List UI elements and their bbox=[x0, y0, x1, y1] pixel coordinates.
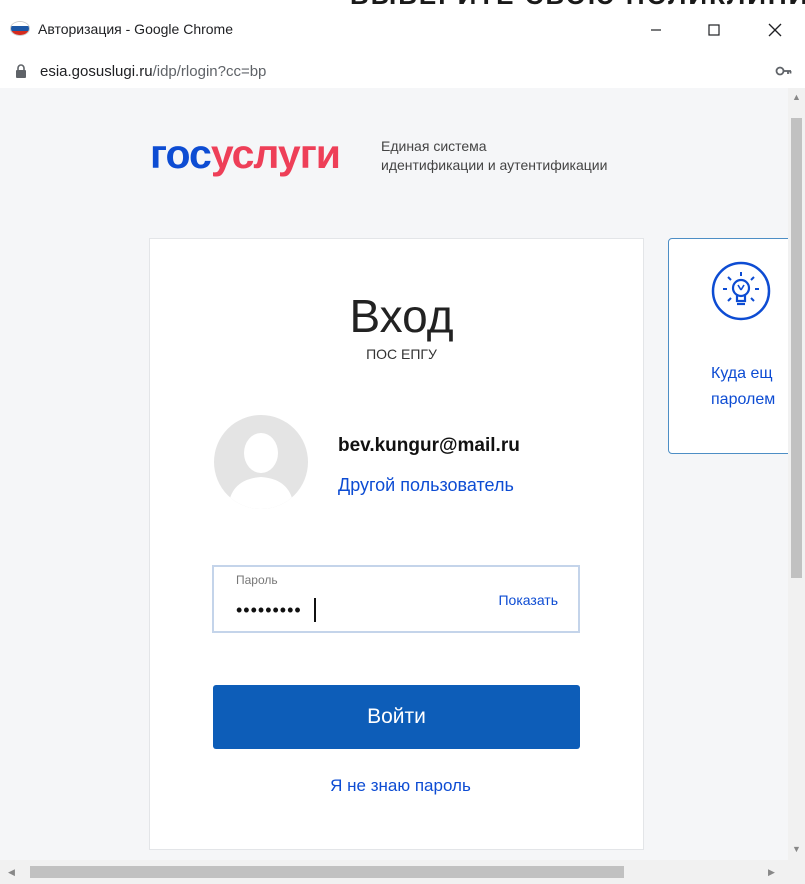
logo-part-uslugi: услуги bbox=[210, 131, 341, 177]
avatar bbox=[214, 415, 308, 509]
address-bar[interactable]: esia.gosuslugi.ru/idp/rlogin?cc=bp bbox=[0, 56, 805, 89]
browser-window: ВЫБЕРИТЕ СВОЮ ПОЛИКЛИНИКУ Авторизация - … bbox=[0, 0, 805, 884]
tagline-line-2: идентификации и аутентификации bbox=[381, 157, 608, 173]
scroll-left-arrow-icon[interactable]: ◀ bbox=[8, 867, 15, 878]
page-content: госуслуги Единая система идентификации и… bbox=[0, 88, 788, 860]
scroll-up-arrow-icon[interactable]: ▲ bbox=[792, 92, 801, 102]
window-title: Авторизация - Google Chrome bbox=[38, 21, 234, 37]
login-card: Вход ПОС ЕПГУ bev.kungur@mail.ru Другой … bbox=[149, 238, 644, 850]
password-input[interactable] bbox=[234, 595, 488, 625]
lock-icon bbox=[16, 64, 26, 78]
logo-part-gos: гос bbox=[150, 131, 212, 177]
key-icon[interactable] bbox=[775, 64, 793, 78]
side-text-line-2: паролем bbox=[711, 391, 776, 408]
password-label: Пароль bbox=[236, 573, 278, 587]
forgot-password-link[interactable]: Я не знаю пароль bbox=[154, 776, 647, 796]
user-silhouette-icon bbox=[228, 433, 294, 509]
url-host: esia.gosuslugi.ru bbox=[40, 63, 153, 80]
minimize-button[interactable] bbox=[633, 12, 679, 48]
close-icon bbox=[768, 23, 782, 37]
logo-tagline: Единая система идентификации и аутентифи… bbox=[381, 137, 607, 175]
url-text[interactable]: esia.gosuslugi.ru/idp/rlogin?cc=bp bbox=[40, 63, 266, 80]
side-text-line-1: Куда ещ bbox=[711, 365, 773, 382]
gosuslugi-logo[interactable]: госуслуги bbox=[150, 128, 341, 180]
scroll-down-arrow-icon[interactable]: ▼ bbox=[792, 844, 801, 854]
horizontal-scroll-thumb[interactable] bbox=[30, 866, 624, 878]
background-page-text: ВЫБЕРИТЕ СВОЮ ПОЛИКЛИНИКУ bbox=[350, 0, 805, 11]
show-password-button[interactable]: Показать bbox=[498, 592, 558, 608]
minimize-icon bbox=[651, 29, 661, 31]
maximize-button[interactable] bbox=[691, 12, 737, 48]
title-bar: ВЫБЕРИТЕ СВОЮ ПОЛИКЛИНИКУ Авторизация - … bbox=[0, 0, 805, 56]
login-title: Вход bbox=[349, 290, 454, 342]
text-caret bbox=[314, 598, 316, 622]
maximize-icon bbox=[708, 24, 720, 36]
other-user-link[interactable]: Другой пользователь bbox=[338, 475, 514, 496]
side-card-text: Куда ещ паролем bbox=[711, 361, 775, 413]
scroll-right-arrow-icon[interactable]: ▶ bbox=[768, 867, 775, 878]
russia-flag-icon bbox=[11, 22, 29, 35]
user-email: bev.kungur@mail.ru bbox=[338, 435, 520, 456]
login-button[interactable]: Войти bbox=[213, 685, 580, 749]
close-window-button[interactable] bbox=[752, 12, 798, 48]
login-subtitle: ПОС ЕПГУ bbox=[366, 346, 437, 362]
password-field[interactable]: Пароль Показать bbox=[212, 565, 580, 633]
horizontal-scrollbar[interactable]: ◀ ▶ bbox=[0, 860, 805, 884]
info-side-card[interactable]: Куда ещ паролем bbox=[668, 238, 788, 454]
vertical-scroll-thumb[interactable] bbox=[791, 118, 802, 578]
lightbulb-icon bbox=[711, 261, 771, 321]
url-path: /idp/rlogin?cc=bp bbox=[152, 63, 267, 80]
tagline-line-1: Единая система bbox=[381, 138, 487, 154]
vertical-scrollbar[interactable]: ▲ ▼ bbox=[788, 88, 805, 860]
